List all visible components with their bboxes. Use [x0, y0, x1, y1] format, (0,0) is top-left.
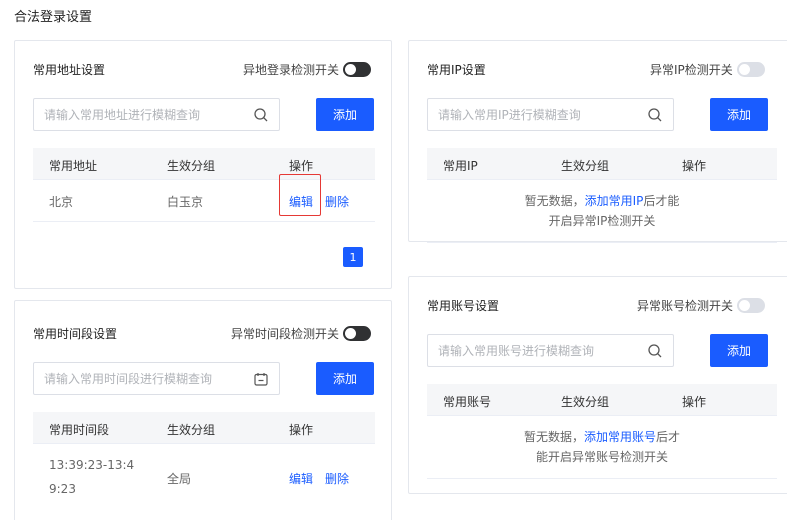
empty-text-prefix: 暂无数据，: [524, 194, 585, 208]
ip-table-bottom-divider: [427, 242, 777, 243]
column-header-account: 常用账号: [443, 395, 492, 409]
column-header-group: 生效分组: [561, 395, 610, 409]
time-table-header: 常用时间段 生效分组 操作: [33, 412, 375, 444]
column-header-action: 操作: [682, 395, 707, 409]
column-header-group: 生效分组: [167, 159, 216, 173]
empty-text-line2: 开启异常IP检测开关: [548, 214, 656, 228]
address-switch-label: 异地登录检测开关: [243, 63, 340, 77]
column-header-address: 常用地址: [49, 159, 98, 173]
table-row: 北京 白玉京 编辑 删除: [33, 180, 375, 222]
address-add-button[interactable]: 添加: [316, 98, 374, 131]
column-header-action: 操作: [289, 423, 314, 437]
empty-text-line2: 能开启异常账号检测开关: [535, 450, 668, 464]
account-card-title: 常用账号设置: [427, 299, 500, 313]
empty-text-suffix: 后才能: [643, 194, 680, 208]
edit-highlight-box: [279, 174, 321, 216]
address-detection-toggle[interactable]: [343, 62, 372, 77]
address-cell: 北京: [49, 195, 74, 209]
search-icon[interactable]: [253, 107, 269, 123]
ip-card-title: 常用IP设置: [427, 63, 486, 77]
group-cell: 白玉京: [167, 195, 204, 209]
time-search-field[interactable]: [33, 362, 280, 395]
account-detection-toggle[interactable]: [737, 298, 766, 313]
column-header-group: 生效分组: [167, 423, 216, 437]
time-switch-label: 异常时间段检测开关: [231, 327, 340, 341]
address-search-field[interactable]: [33, 98, 280, 131]
delete-link[interactable]: 删除: [325, 193, 349, 210]
ip-search-input[interactable]: [428, 99, 673, 130]
address-search-input[interactable]: [34, 99, 279, 130]
search-icon[interactable]: [647, 107, 663, 123]
account-table-header: 常用账号 生效分组 操作: [427, 384, 777, 416]
ip-table-header: 常用IP 生效分组 操作: [427, 148, 777, 180]
time-add-button[interactable]: 添加: [316, 362, 374, 395]
calendar-icon[interactable]: [253, 371, 269, 387]
account-add-button[interactable]: 添加: [710, 334, 768, 367]
time-cell-line1: 13:39:23-13:4: [49, 458, 135, 472]
edit-link[interactable]: 编辑: [289, 470, 313, 487]
ip-switch-label: 异常IP检测开关: [650, 63, 733, 77]
address-settings-card: 常用地址设置 异地登录检测开关 添加 常用地址 生效分组 操作 北京 白玉京 编…: [14, 40, 392, 289]
account-search-input[interactable]: [428, 335, 673, 366]
column-header-time: 常用时间段: [49, 423, 110, 437]
column-header-action: 操作: [682, 159, 707, 173]
ip-detection-toggle[interactable]: [736, 62, 765, 77]
time-settings-card: 常用时间段设置 异常时间段检测开关 添加 常用时间段 生效分组 操作 13:39…: [14, 300, 392, 520]
ip-empty-state: 暂无数据，添加常用IP后才能 开启异常IP检测开关: [427, 191, 777, 231]
column-header-ip: 常用IP: [443, 159, 478, 173]
search-icon[interactable]: [647, 343, 663, 359]
time-cell-line2: 9:23: [49, 482, 76, 496]
add-ip-link[interactable]: 添加常用IP: [585, 194, 644, 208]
time-search-input[interactable]: [34, 363, 279, 394]
pagination-page-1[interactable]: 1: [343, 247, 363, 267]
address-card-title: 常用地址设置: [33, 63, 106, 77]
delete-link[interactable]: 删除: [325, 470, 349, 487]
page-title: 合法登录设置: [14, 10, 93, 25]
address-table-header: 常用地址 生效分组 操作: [33, 148, 375, 180]
add-account-link[interactable]: 添加常用账号: [584, 430, 656, 444]
time-card-title: 常用时间段设置: [33, 327, 118, 341]
column-header-group: 生效分组: [561, 159, 610, 173]
group-cell: 全局: [167, 472, 192, 486]
time-detection-toggle[interactable]: [343, 326, 372, 341]
account-settings-card: 常用账号设置 异常账号检测开关 添加 常用账号 生效分组 操作 暂无数据，添加常…: [408, 276, 787, 494]
empty-text-prefix: 暂无数据，: [523, 430, 584, 444]
account-switch-label: 异常账号检测开关: [637, 299, 734, 313]
ip-settings-card: 常用IP设置 异常IP检测开关 添加 常用IP 生效分组 操作 暂无数据，添加常…: [408, 40, 787, 243]
account-search-field[interactable]: [427, 334, 674, 367]
account-empty-state: 暂无数据，添加常用账号后才 能开启异常账号检测开关: [427, 427, 777, 467]
account-table-bottom-divider: [427, 478, 777, 479]
ip-search-field[interactable]: [427, 98, 674, 131]
ip-add-button[interactable]: 添加: [710, 98, 768, 131]
column-header-action: 操作: [289, 159, 314, 173]
table-row: 13:39:23-13:4 9:23 全局 编辑 删除: [33, 444, 375, 504]
empty-text-suffix: 后才: [656, 430, 681, 444]
